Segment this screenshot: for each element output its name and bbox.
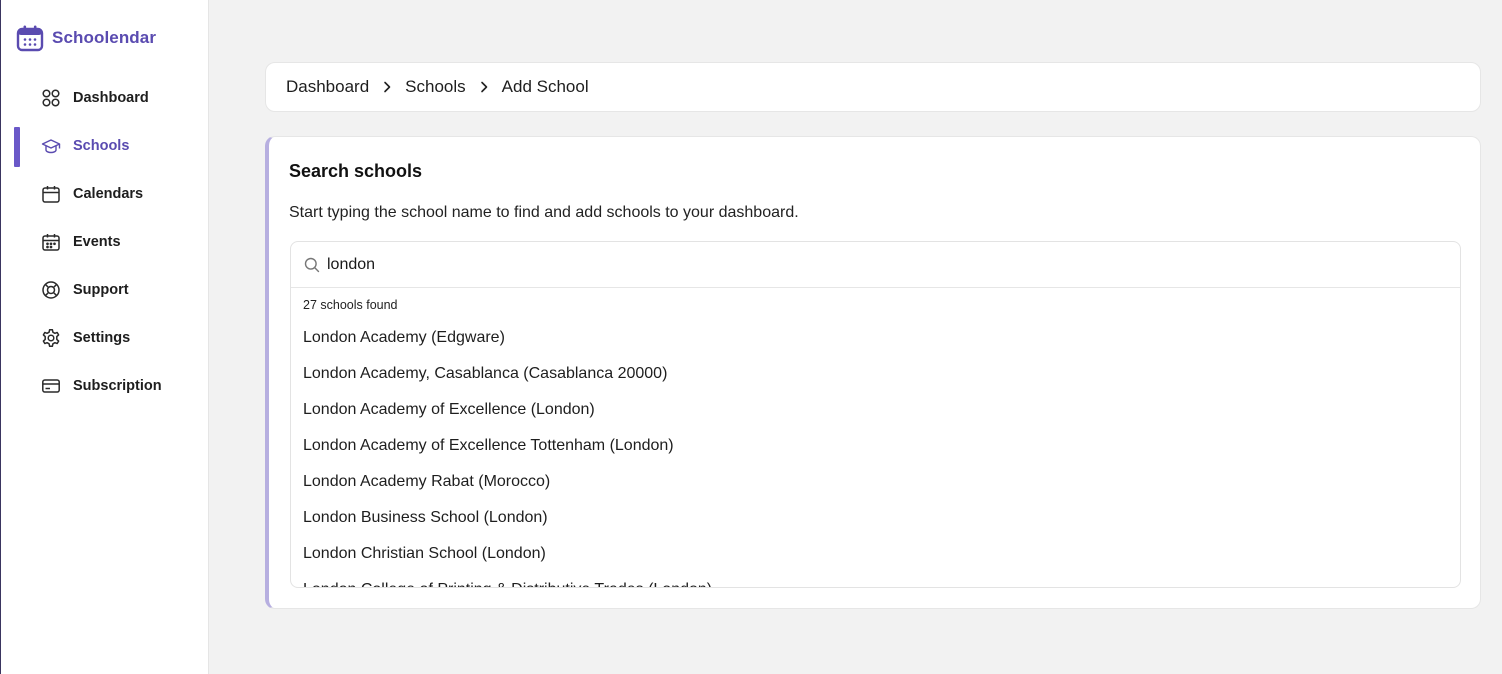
- sidebar-item-settings[interactable]: Settings: [1, 314, 209, 362]
- sidebar-item-label: Subscription: [73, 378, 162, 394]
- sidebar-item-schools[interactable]: Schools: [1, 122, 209, 170]
- sidebar-item-dashboard[interactable]: Dashboard: [1, 74, 209, 122]
- graduation-cap-icon: [41, 139, 61, 154]
- brand-logo[interactable]: Schoolendar: [16, 24, 156, 52]
- results-count: 27 schools found: [303, 298, 398, 312]
- sidebar-item-label: Support: [73, 282, 129, 298]
- grid-icon: [42, 89, 60, 107]
- result-item[interactable]: London College of Printing & Distributiv…: [291, 572, 1460, 587]
- search-input[interactable]: [327, 255, 1427, 274]
- search-combobox: 27 schools found London Academy (Edgware…: [290, 241, 1461, 588]
- calendar-events-icon: [42, 234, 60, 251]
- search-field[interactable]: [291, 242, 1460, 288]
- calendar-icon: [42, 186, 60, 203]
- credit-card-icon: [42, 379, 60, 393]
- sidebar-item-calendars[interactable]: Calendars: [1, 170, 209, 218]
- brand-name: Schoolendar: [52, 28, 157, 47]
- sidebar-item-support[interactable]: Support: [1, 266, 209, 314]
- sidebar-item-label: Calendars: [73, 186, 144, 202]
- result-item[interactable]: London Academy of Excellence Tottenham (…: [291, 428, 1460, 464]
- chevron-right-icon: [480, 81, 487, 93]
- gear-icon: [42, 329, 60, 347]
- result-item[interactable]: London Christian School (London): [291, 536, 1460, 572]
- result-item[interactable]: London Academy of Excellence (London): [291, 392, 1460, 428]
- result-item[interactable]: London Academy Rabat (Morocco): [291, 464, 1460, 500]
- breadcrumb-dashboard[interactable]: Dashboard: [286, 77, 369, 97]
- search-icon: [304, 257, 320, 272]
- breadcrumb-schools[interactable]: Schools: [405, 77, 465, 97]
- page-title: Search schools: [289, 161, 423, 181]
- result-item[interactable]: London Business School (London): [291, 500, 1460, 536]
- sidebar: Schoolendar Dashboard Schools Calendars: [0, 0, 209, 674]
- search-results: 27 schools found London Academy (Edgware…: [291, 288, 1460, 587]
- sidebar-item-label: Settings: [73, 330, 131, 346]
- search-schools-card: Search schools Start typing the school n…: [265, 136, 1481, 609]
- calendar-logo-icon: [16, 25, 44, 52]
- sidebar-item-label: Dashboard: [73, 90, 149, 106]
- lifebuoy-icon: [42, 281, 60, 299]
- result-item[interactable]: London Academy (Edgware): [291, 320, 1460, 356]
- chevron-right-icon: [384, 81, 391, 93]
- result-list: London Academy (Edgware) London Academy, …: [291, 320, 1460, 587]
- sidebar-item-label: Events: [73, 234, 121, 250]
- sidebar-item-subscription[interactable]: Subscription: [1, 362, 209, 410]
- search-description: Start typing the school name to find and…: [289, 204, 799, 221]
- sidebar-item-label: Schools: [73, 138, 130, 154]
- result-item[interactable]: London Academy, Casablanca (Casablanca 2…: [291, 356, 1460, 392]
- breadcrumb-add-school: Add School: [501, 77, 589, 96]
- sidebar-item-events[interactable]: Events: [1, 218, 209, 266]
- breadcrumb: Dashboard Schools Add School: [265, 62, 1481, 112]
- sidebar-nav: Dashboard Schools Calendars Events Suppo…: [1, 74, 209, 410]
